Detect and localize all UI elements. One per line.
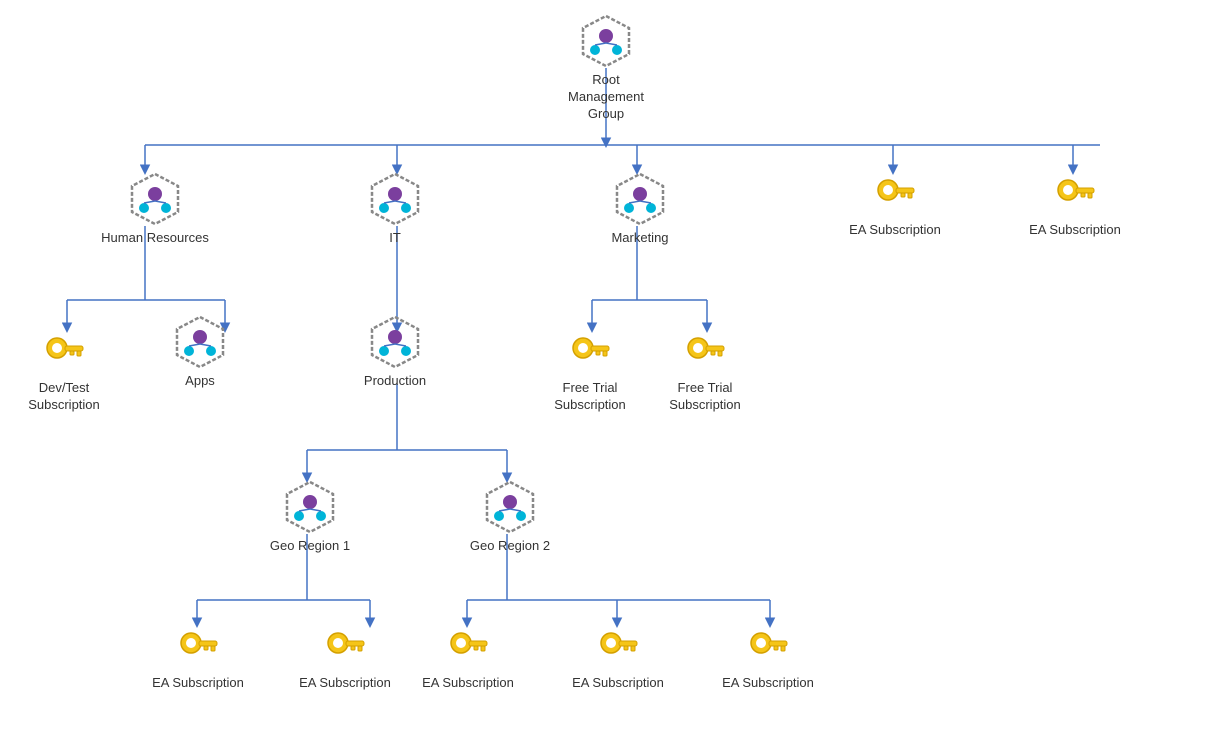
node-ea-gr1-1: EA Subscription — [148, 625, 248, 692]
node-marketing-label: Marketing — [611, 230, 668, 247]
node-apps-label: Apps — [185, 373, 215, 390]
management-group-icon-georegion1 — [283, 480, 337, 534]
node-root: Root Management Group — [556, 14, 656, 123]
node-ea-r2-label: EA Subscription — [1029, 222, 1121, 239]
node-ea-gr2-1: EA Subscription — [418, 625, 518, 692]
node-freetrial2: Free Trial Subscription — [655, 330, 755, 414]
node-freetrial2-label: Free Trial Subscription — [655, 380, 755, 414]
node-ea-gr1-2: EA Subscription — [295, 625, 395, 692]
node-ea-gr1-2-label: EA Subscription — [299, 675, 391, 692]
subscription-icon-ea-gr1-1 — [175, 625, 221, 671]
management-group-icon-it — [368, 172, 422, 226]
node-devtest-label: Dev/TestSubscription — [28, 380, 100, 414]
management-group-icon-marketing — [613, 172, 667, 226]
node-production-label: Production — [364, 373, 426, 390]
node-it: IT — [345, 172, 445, 247]
node-root-label: Root Management Group — [556, 72, 656, 123]
subscription-icon-ea-gr1-2 — [322, 625, 368, 671]
subscription-icon-devtest — [41, 330, 87, 376]
node-apps: Apps — [150, 315, 250, 390]
management-group-icon-hr — [128, 172, 182, 226]
node-ea-gr2-2-label: EA Subscription — [572, 675, 664, 692]
node-ea-gr2-2: EA Subscription — [568, 625, 668, 692]
management-group-icon-georegion2 — [483, 480, 537, 534]
node-hr-label: Human Resources — [101, 230, 209, 247]
subscription-icon-freetrial1 — [567, 330, 613, 376]
subscription-icon-ea-gr2-2 — [595, 625, 641, 671]
node-ea-gr1-1-label: EA Subscription — [152, 675, 244, 692]
node-freetrial1-label: Free Trial Subscription — [540, 380, 640, 414]
hierarchy-diagram: Root Management Group Human Resources IT — [0, 0, 1211, 747]
node-marketing: Marketing — [585, 172, 695, 247]
subscription-icon-ea-r1 — [872, 172, 918, 218]
subscription-icon-ea-gr2-3 — [745, 625, 791, 671]
subscription-icon-freetrial2 — [682, 330, 728, 376]
node-ea-gr2-3-label: EA Subscription — [722, 675, 814, 692]
management-group-icon-root — [579, 14, 633, 68]
node-devtest: Dev/TestSubscription — [14, 330, 114, 414]
node-production: Production — [345, 315, 445, 390]
management-group-icon-production — [368, 315, 422, 369]
node-ea-gr2-1-label: EA Subscription — [422, 675, 514, 692]
node-ea-gr2-3: EA Subscription — [718, 625, 818, 692]
node-georegion1-label: Geo Region 1 — [270, 538, 350, 555]
subscription-icon-ea-r2 — [1052, 172, 1098, 218]
node-ea-r2: EA Subscription — [1025, 172, 1125, 239]
subscription-icon-ea-gr2-1 — [445, 625, 491, 671]
node-freetrial1: Free Trial Subscription — [540, 330, 640, 414]
management-group-icon-apps — [173, 315, 227, 369]
node-georegion2: Geo Region 2 — [455, 480, 565, 555]
node-georegion2-label: Geo Region 2 — [470, 538, 550, 555]
node-it-label: IT — [389, 230, 401, 247]
node-georegion1: Geo Region 1 — [255, 480, 365, 555]
node-hr: Human Resources — [95, 172, 215, 247]
node-ea-r1: EA Subscription — [845, 172, 945, 239]
node-ea-r1-label: EA Subscription — [849, 222, 941, 239]
